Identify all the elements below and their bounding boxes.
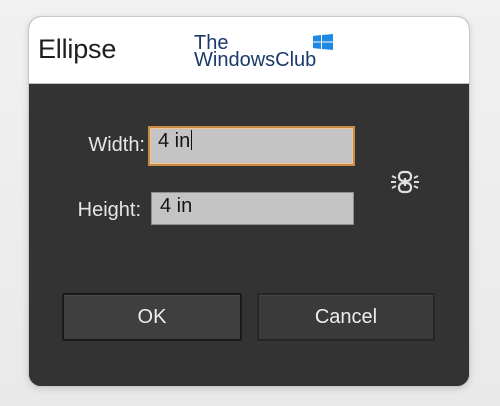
cancel-button[interactable]: Cancel (257, 293, 435, 341)
height-label: Height: (77, 199, 141, 221)
constrain-proportions-link-icon[interactable] (389, 167, 421, 197)
watermark-line2: WindowsClub (194, 49, 317, 71)
dialog-title: Ellipse (38, 34, 117, 64)
dialog-body: Width: 4 in Height: 4 in OK Cancel (29, 84, 469, 386)
width-value: 4 in (158, 130, 191, 152)
width-label: Width: (88, 134, 145, 156)
ok-button[interactable]: OK (62, 293, 242, 341)
height-value: 4 in (160, 195, 193, 217)
screenshot-stage: Ellipse The WindowsClub Width: 4 in Heig… (0, 0, 500, 406)
width-field[interactable]: 4 in (148, 126, 355, 166)
ellipse-dialog: Ellipse The WindowsClub Width: 4 in Heig… (29, 17, 469, 386)
text-caret (191, 130, 193, 150)
dialog-titlebar: Ellipse The WindowsClub (29, 17, 469, 84)
height-field[interactable]: 4 in (151, 192, 354, 225)
watermark: The WindowsClub (194, 33, 344, 71)
windows-logo-icon (313, 34, 333, 50)
